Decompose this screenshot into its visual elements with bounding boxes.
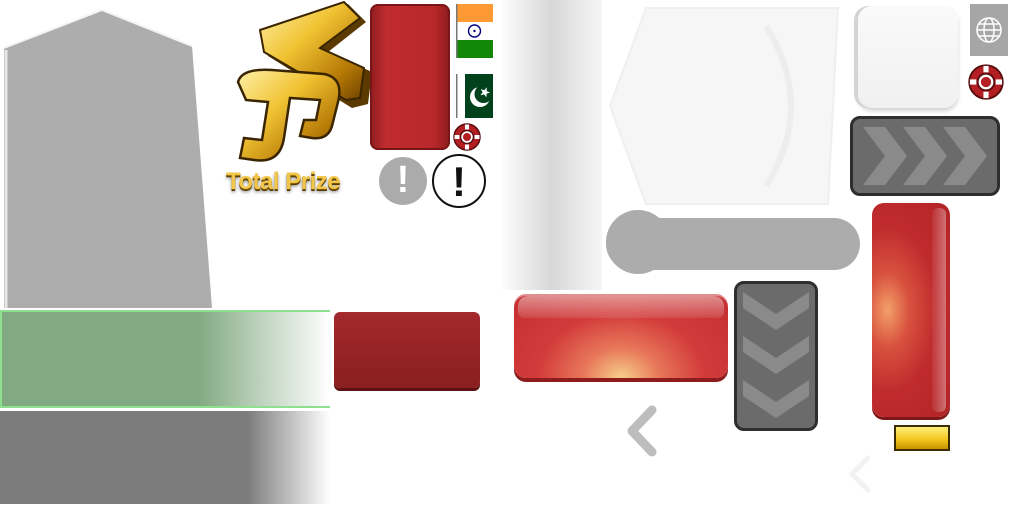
button-gloss: [518, 296, 724, 318]
slider-knob[interactable]: [606, 210, 670, 274]
gray-row-bar: [0, 408, 330, 504]
info-glyph: !: [396, 159, 410, 201]
pakistan-flag-icon: [456, 74, 493, 118]
yellow-progress-block: [894, 425, 950, 451]
chevron-right-icon: [863, 127, 987, 185]
faint-arrow-panel: [608, 7, 840, 205]
chevron-left-icon[interactable]: [622, 404, 662, 458]
dark-red-button[interactable]: [334, 312, 480, 388]
chevron-right-button[interactable]: [850, 116, 1000, 196]
chevron-down-icon: [743, 292, 809, 418]
red-card-button[interactable]: [370, 4, 450, 150]
chevron-left-icon: [849, 455, 871, 493]
info-outline-icon[interactable]: !: [431, 153, 487, 209]
gray-tab-panel: [3, 8, 212, 308]
vs-logo: [236, 0, 372, 162]
vertical-gradient-divider: [500, 0, 602, 290]
info-gray-icon[interactable]: !: [378, 156, 428, 206]
india-flag-icon: [456, 4, 493, 58]
chevron-down-button[interactable]: [734, 281, 818, 431]
total-prize-label: Total Prize: [226, 168, 341, 195]
poker-chip-icon: [968, 64, 1004, 100]
poker-chip-icon: [453, 123, 481, 151]
green-highlight-bar: [0, 310, 330, 408]
button-gloss: [932, 208, 946, 412]
globe-icon[interactable]: [970, 4, 1008, 56]
info-glyph: !: [452, 158, 466, 205]
white-tile-button[interactable]: [858, 6, 958, 108]
